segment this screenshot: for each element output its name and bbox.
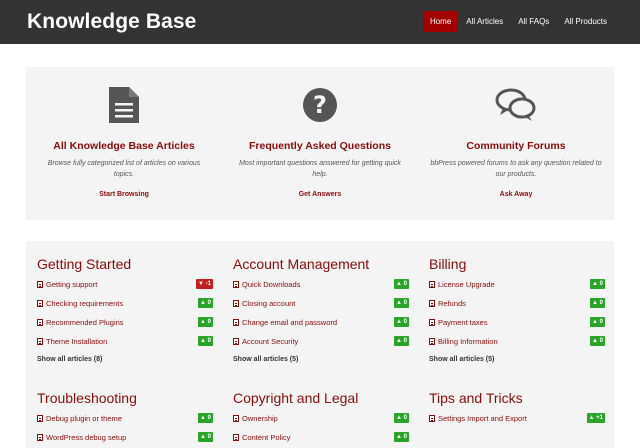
- category-title[interactable]: Tips and Tricks: [429, 387, 605, 409]
- vote-badge: ▲ 0: [198, 298, 213, 308]
- document-icon: [37, 434, 43, 441]
- nav-all-faqs[interactable]: All FAQs: [511, 11, 556, 32]
- vote-badge: ▲ 0: [394, 413, 409, 423]
- article-link[interactable]: Content Policy ▲ 0: [233, 428, 409, 447]
- feature-description: Most important questions answered for ge…: [239, 160, 401, 178]
- category-title[interactable]: Billing: [429, 253, 605, 275]
- feature-title: All Knowledge Base Articles: [53, 140, 195, 152]
- article-link[interactable]: Account Security ▲ 0: [233, 332, 409, 351]
- document-icon: [429, 300, 435, 307]
- category-copyright-legal: Copyright and Legal Ownership ▲ 0 Content…: [233, 387, 409, 447]
- document-icon: [233, 415, 239, 422]
- chat-bubbles-icon: [418, 84, 614, 126]
- vote-badge: ▲ 0: [394, 298, 409, 308]
- start-browsing-link[interactable]: Start Browsing: [26, 191, 222, 198]
- document-icon: [429, 319, 435, 326]
- document-icon: [233, 300, 239, 307]
- svg-text:?: ?: [313, 91, 327, 119]
- category-billing: Billing License Upgrade ▲ 0 Refunds ▲ 0 Pa…: [429, 253, 605, 371]
- article-link[interactable]: Billing Information ▲ 0: [429, 332, 605, 351]
- vote-badge: ▲ 0: [198, 432, 213, 442]
- article-link[interactable]: Getting support ▼ -1: [37, 275, 213, 294]
- vote-badge: ▲ 0: [590, 317, 605, 327]
- feature-title: Frequently Asked Questions: [249, 140, 391, 152]
- article-link[interactable]: Payment taxes ▲ 0: [429, 313, 605, 332]
- document-icon: [26, 84, 222, 126]
- vote-badge: ▲ 0: [394, 432, 409, 442]
- category-title[interactable]: Troubleshooting: [37, 387, 213, 409]
- feature-articles: All Knowledge Base Articles Browse fully…: [26, 67, 222, 220]
- vote-badge: ▲ 0: [394, 279, 409, 289]
- categories-panel: Getting Started Getting support ▼ -1 Chec…: [26, 241, 614, 448]
- show-all-articles-link[interactable]: Show all articles (5): [429, 351, 605, 371]
- article-link[interactable]: Theme Installation ▲ 0: [37, 332, 213, 351]
- document-icon: [37, 319, 43, 326]
- category-account-management: Account Management Quick Downloads ▲ 0 Cl…: [233, 253, 409, 371]
- article-link[interactable]: Debug plugin or theme ▲ 0: [37, 409, 213, 428]
- vote-badge: ▲ 0: [198, 336, 213, 346]
- vote-badge: ▲ 0: [590, 279, 605, 289]
- category-troubleshooting: Troubleshooting Debug plugin or theme ▲ 0…: [37, 387, 213, 447]
- document-icon: [37, 281, 43, 288]
- document-icon: [37, 300, 43, 307]
- article-link[interactable]: License Upgrade ▲ 0: [429, 275, 605, 294]
- vote-badge: ▲ 0: [394, 336, 409, 346]
- vote-badge: ▲ 0: [590, 298, 605, 308]
- question-circle-icon: ?: [222, 84, 418, 126]
- nav-home[interactable]: Home: [422, 11, 459, 32]
- nav-all-products[interactable]: All Products: [557, 11, 614, 32]
- vote-badge: ▲ 0: [394, 317, 409, 327]
- article-link[interactable]: Refunds ▲ 0: [429, 294, 605, 313]
- site-title[interactable]: Knowledge Base: [27, 10, 196, 34]
- document-icon: [233, 338, 239, 345]
- article-link[interactable]: Closing account ▲ 0: [233, 294, 409, 313]
- article-link[interactable]: Change email and password ▲ 0: [233, 313, 409, 332]
- document-icon: [233, 281, 239, 288]
- get-answers-link[interactable]: Get Answers: [222, 191, 418, 198]
- category-title[interactable]: Account Management: [233, 253, 409, 275]
- category-getting-started: Getting Started Getting support ▼ -1 Chec…: [37, 253, 213, 371]
- document-icon: [429, 415, 435, 422]
- article-link[interactable]: Recommended Plugins ▲ 0: [37, 313, 213, 332]
- vote-badge: ▲ 0: [590, 336, 605, 346]
- document-icon: [429, 338, 435, 345]
- article-link[interactable]: Settings Import and Export ▲ +1: [429, 409, 605, 428]
- article-link[interactable]: Checking requirements ▲ 0: [37, 294, 213, 313]
- category-title[interactable]: Getting Started: [37, 253, 213, 275]
- feature-forums: Community Forums bbPress powered forums …: [418, 67, 614, 220]
- feature-title: Community Forums: [466, 140, 566, 152]
- feature-faqs: ? Frequently Asked Questions Most import…: [222, 67, 418, 220]
- category-title[interactable]: Copyright and Legal: [233, 387, 409, 409]
- show-all-articles-link[interactable]: Show all articles (8): [37, 351, 213, 371]
- article-link[interactable]: WordPress debug setup ▲ 0: [37, 428, 213, 447]
- document-icon: [233, 319, 239, 326]
- document-icon: [37, 415, 43, 422]
- category-tips-tricks: Tips and Tricks Settings Import and Expo…: [429, 387, 605, 428]
- feature-description: bbPress powered forums to ask any questi…: [430, 160, 602, 178]
- show-all-articles-link[interactable]: Show all articles (5): [233, 351, 409, 371]
- top-navbar: Knowledge Base Home All Articles All FAQ…: [0, 0, 640, 44]
- document-icon: [429, 281, 435, 288]
- nav-all-articles[interactable]: All Articles: [459, 11, 510, 32]
- vote-badge: ▲ 0: [198, 413, 213, 423]
- vote-badge: ▲ +1: [586, 413, 605, 423]
- feature-description: Browse fully categorized list of article…: [47, 160, 201, 178]
- article-link[interactable]: Quick Downloads ▲ 0: [233, 275, 409, 294]
- article-link[interactable]: Ownership ▲ 0: [233, 409, 409, 428]
- document-icon: [37, 338, 43, 345]
- document-icon: [233, 434, 239, 441]
- features-panel: All Knowledge Base Articles Browse fully…: [26, 67, 614, 220]
- vote-badge: ▼ -1: [196, 279, 213, 289]
- vote-badge: ▲ 0: [198, 317, 213, 327]
- ask-away-link[interactable]: Ask Away: [418, 191, 614, 198]
- main-nav: Home All Articles All FAQs All Products: [422, 11, 614, 32]
